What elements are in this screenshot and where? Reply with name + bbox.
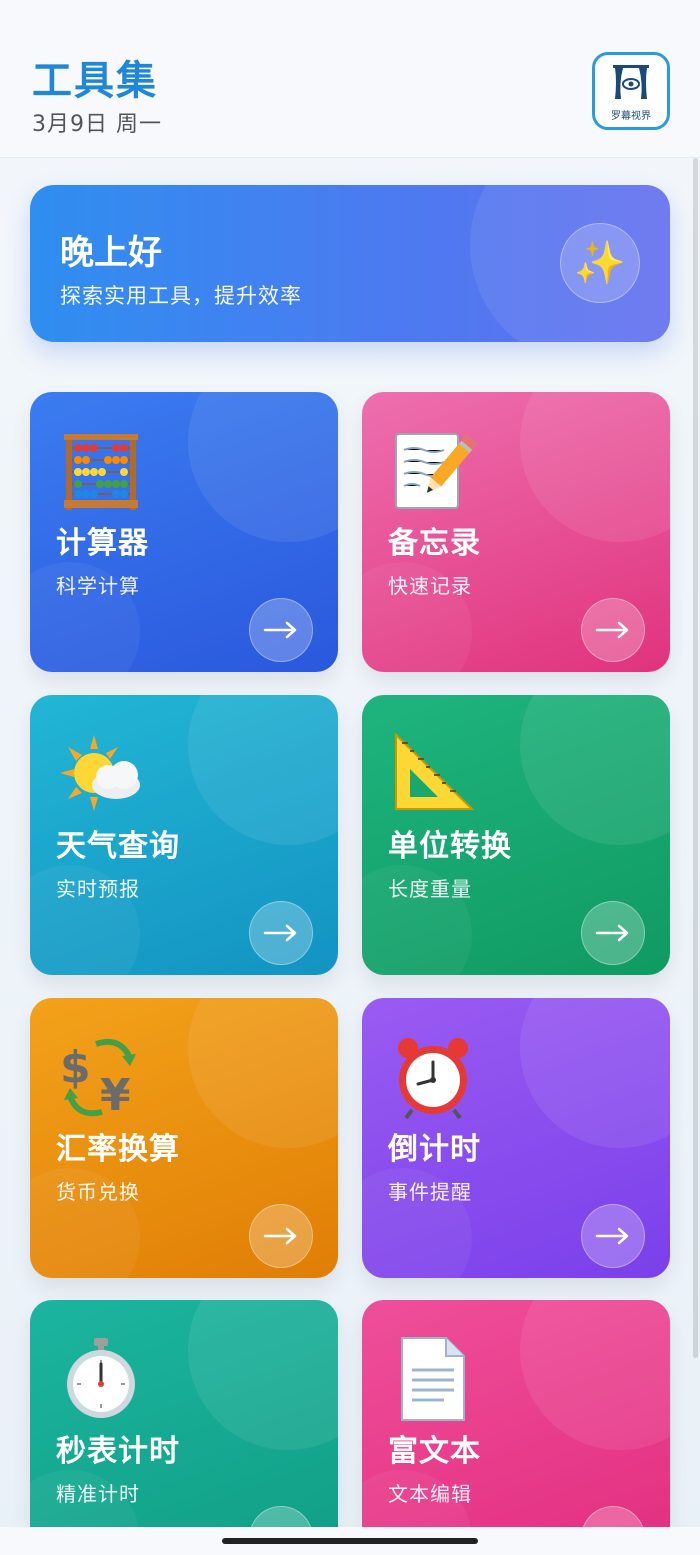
tool-card-weather[interactable]: 天气查询 实时预报 [30, 695, 338, 975]
tool-card-subtitle: 快速记录 [388, 574, 472, 598]
greeting-title: 晚上好 [60, 233, 162, 273]
tool-card-subtitle: 长度重量 [388, 877, 472, 901]
tool-card-title: 富文本 [388, 1434, 481, 1469]
tool-card-rich-text[interactable]: 富文本 文本编辑 [362, 1300, 670, 1555]
tool-card-stopwatch[interactable]: 秒表计时 精准计时 [30, 1300, 338, 1555]
tool-card-title: 汇率换算 [56, 1132, 180, 1167]
sparkles-icon: ✨ [560, 223, 640, 303]
document-icon [388, 1334, 478, 1424]
arrow-right-icon[interactable] [581, 598, 645, 662]
tool-card-subtitle: 实时预报 [56, 877, 140, 901]
logo-text: 罗幕视界 [611, 110, 651, 122]
tool-card-countdown[interactable]: 倒计时 事件提醒 [362, 998, 670, 1278]
svg-text:¥: ¥ [100, 1070, 131, 1121]
tool-card-currency[interactable]: $ ¥ 汇率换算 货币兑换 [30, 998, 338, 1278]
greeting-subtitle: 探索实用工具，提升效率 [60, 284, 302, 308]
abacus-icon [56, 426, 146, 516]
home-indicator[interactable] [222, 1538, 478, 1544]
scrollbar[interactable] [693, 158, 698, 1358]
tool-card-title: 倒计时 [388, 1132, 481, 1167]
arrow-right-icon[interactable] [249, 901, 313, 965]
sun-cloud-icon [56, 729, 146, 819]
tool-card-title: 秒表计时 [56, 1434, 180, 1469]
tool-card-subtitle: 货币兑换 [56, 1180, 140, 1204]
tool-card-subtitle: 事件提醒 [388, 1180, 472, 1204]
arrow-right-icon[interactable] [581, 901, 645, 965]
arrow-right-icon[interactable] [581, 1204, 645, 1268]
brand-logo-button[interactable]: 罗幕视界 [592, 52, 670, 130]
triangle-ruler-icon [388, 729, 478, 819]
tool-card-memo[interactable]: 备忘录 快速记录 [362, 392, 670, 672]
tool-card-title: 备忘录 [388, 526, 481, 561]
tool-card-subtitle: 科学计算 [56, 574, 140, 598]
date-label: 3月9日 周一 [32, 112, 162, 137]
header: 工具集 3月9日 周一 罗幕视界 [0, 0, 700, 158]
stopwatch-icon [56, 1334, 146, 1424]
page-title: 工具集 [32, 58, 158, 104]
svg-text:$: $ [60, 1042, 91, 1093]
tool-card-subtitle: 精准计时 [56, 1482, 140, 1506]
tool-card-calculator[interactable]: 计算器 科学计算 [30, 392, 338, 672]
tool-card-subtitle: 文本编辑 [388, 1482, 472, 1506]
tool-card-title: 单位转换 [388, 829, 512, 864]
tool-card-title: 计算器 [56, 526, 149, 561]
alarm-clock-icon [388, 1032, 478, 1122]
currency-exchange-icon: $ ¥ [56, 1032, 146, 1122]
arrow-right-icon[interactable] [249, 598, 313, 662]
eye-curtain-icon [613, 64, 649, 99]
tool-card-unit-converter[interactable]: 单位转换 长度重量 [362, 695, 670, 975]
memo-icon [388, 426, 478, 516]
arrow-right-icon[interactable] [249, 1204, 313, 1268]
greeting-card: 晚上好 探索实用工具，提升效率 ✨ [30, 185, 670, 342]
app-screen: 工具集 3月9日 周一 罗幕视界 晚上好 探索实用工具，提升效率 ✨ 计算器 科… [0, 0, 700, 1555]
tool-card-title: 天气查询 [56, 829, 180, 864]
